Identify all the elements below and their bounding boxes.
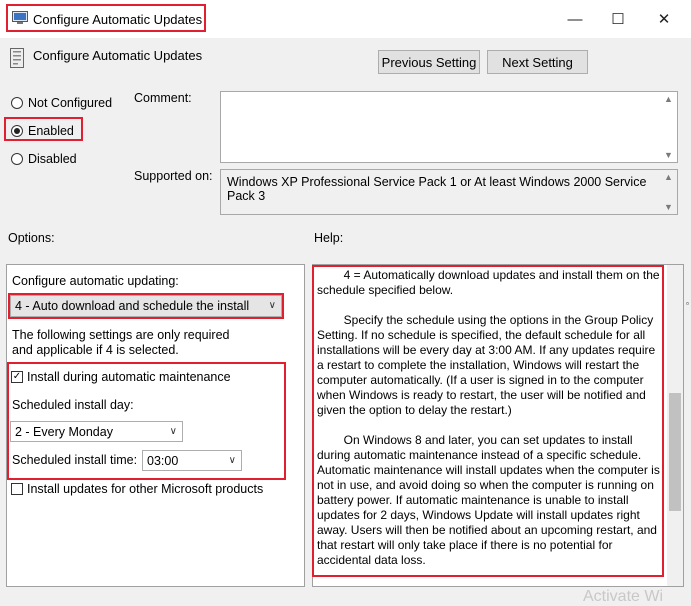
comment-textarea[interactable]: ▲ ▼ — [220, 91, 678, 163]
help-paragraph: On Windows 8 and later, you can set upda… — [317, 433, 660, 567]
supported-on-label: Supported on: — [134, 169, 213, 183]
radio-circle[interactable] — [11, 97, 23, 109]
scroll-down-icon[interactable]: ▼ — [664, 202, 673, 212]
activate-windows-watermark: Activate Wi — [583, 588, 664, 605]
install-time-label: Scheduled install time: — [12, 453, 138, 467]
policy-name: Configure Automatic Updates — [33, 48, 203, 63]
radio-circle[interactable] — [11, 153, 23, 165]
comment-label: Comment: — [134, 91, 192, 105]
radio-label: Disabled — [28, 152, 77, 166]
window-title: Configure Automatic Updates — [33, 12, 203, 27]
applicability-note: The following settings are only required… — [12, 328, 230, 357]
maintenance-checkbox[interactable]: ✓ Install during automatic maintenance — [11, 370, 231, 384]
close-icon: ✕ — [657, 11, 671, 28]
policy-document-icon — [10, 48, 24, 68]
chevron-down-icon: ∨ — [169, 426, 177, 437]
radio-label: Enabled — [28, 124, 74, 138]
resize-dot: ▫ — [686, 299, 689, 308]
options-label: Options: — [8, 231, 55, 245]
configure-updating-label: Configure automatic updating: — [12, 274, 179, 288]
other-products-checkbox[interactable]: Install updates for other Microsoft prod… — [11, 482, 263, 496]
minimize-icon: — — [567, 10, 583, 28]
radio-disabled[interactable]: Disabled — [11, 152, 77, 166]
help-scrollbar[interactable] — [667, 265, 683, 586]
checkbox-checked-icon[interactable]: ✓ — [11, 371, 23, 383]
help-label: Help: — [314, 231, 344, 245]
radio-not-configured[interactable]: Not Configured — [11, 96, 112, 110]
install-day-value: 2 - Every Monday — [15, 424, 113, 439]
radio-circle-selected[interactable] — [11, 125, 23, 137]
maximize-button[interactable]: ☐ — [598, 5, 638, 33]
install-day-select[interactable]: 2 - Every Monday ∨ — [10, 421, 183, 442]
comment-scrollbar[interactable]: ▲ ▼ — [660, 92, 677, 162]
install-time-value: 03:00 — [147, 453, 179, 468]
chevron-down-icon: ∨ — [228, 455, 236, 466]
supported-scrollbar[interactable]: ▲ ▼ — [660, 170, 677, 214]
help-scrollbar-thumb[interactable] — [669, 393, 681, 511]
install-time-select[interactable]: 03:00 ∨ — [142, 450, 242, 471]
close-button[interactable]: ✕ — [644, 5, 684, 33]
scroll-up-icon[interactable]: ▲ — [664, 172, 673, 182]
help-paragraph: 4 = Automatically download updates and i… — [317, 268, 660, 297]
policy-app-icon — [12, 11, 28, 24]
scroll-down-icon[interactable]: ▼ — [664, 150, 673, 160]
radio-enabled[interactable]: Enabled — [11, 124, 74, 138]
other-products-checkbox-label: Install updates for other Microsoft prod… — [27, 482, 264, 496]
next-setting-button[interactable]: Next Setting — [487, 50, 588, 74]
previous-setting-button[interactable]: Previous Setting — [378, 50, 480, 74]
help-paragraph: Specify the schedule using the options i… — [317, 313, 659, 417]
checkbox-unchecked-icon[interactable] — [11, 483, 23, 495]
install-day-label: Scheduled install day: — [12, 398, 134, 412]
supported-on-box: Windows XP Professional Service Pack 1 o… — [220, 169, 678, 215]
radio-label: Not Configured — [28, 96, 113, 110]
scroll-up-icon[interactable]: ▲ — [664, 94, 673, 104]
maximize-icon: ☐ — [611, 11, 625, 28]
maintenance-checkbox-label: Install during automatic maintenance — [27, 370, 231, 384]
help-text: 4 = Automatically download updates and i… — [317, 268, 661, 568]
supported-on-value: Windows XP Professional Service Pack 1 o… — [227, 175, 647, 203]
minimize-button[interactable]: — — [555, 5, 595, 33]
configure-highlight-box — [8, 293, 284, 319]
